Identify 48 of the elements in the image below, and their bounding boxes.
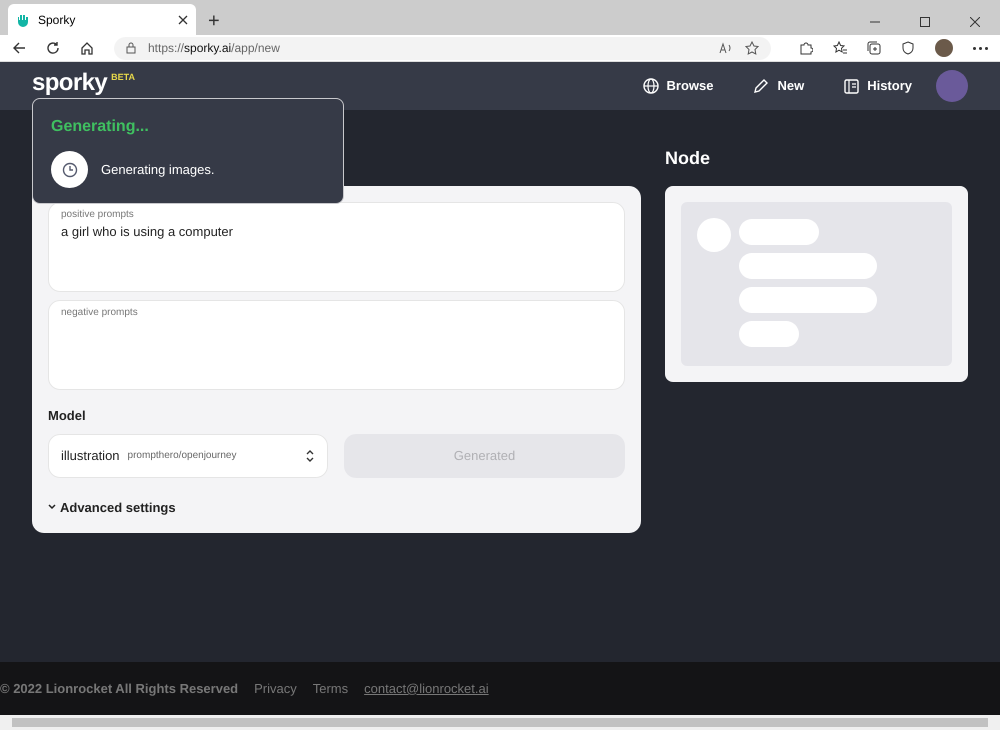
chevron-up-down-icon <box>305 448 315 462</box>
tab-title: Sporky <box>38 12 76 28</box>
horizontal-scrollbar[interactable] <box>0 715 1000 730</box>
beta-label: BETA <box>111 71 135 84</box>
maximize-icon[interactable] <box>920 17 930 27</box>
refresh-icon[interactable] <box>46 41 60 55</box>
negative-prompt-field[interactable]: negative prompts <box>48 300 625 390</box>
pencil-icon <box>753 78 770 94</box>
address-bar[interactable]: https://sporky.ai/app/new <box>114 36 771 60</box>
toast-title: Generating... <box>51 117 150 137</box>
hand-icon <box>16 12 30 26</box>
positive-prompt-field[interactable]: positive prompts a girl who is using a computer <box>48 202 625 292</box>
footer-link[interactable]: Privacy <box>254 678 297 698</box>
read-aloud-icon[interactable] <box>719 42 733 54</box>
clock-icon <box>51 151 88 188</box>
star-icon[interactable] <box>745 41 759 55</box>
field-label: negative prompts <box>61 306 139 320</box>
sporky-logo[interactable]: sporky <box>32 71 108 95</box>
close-icon[interactable] <box>178 14 188 24</box>
model-select[interactable]: illustration prompthero/openjourney <box>48 434 328 478</box>
lock-icon <box>126 42 136 54</box>
field-label: positive prompts <box>61 208 135 222</box>
shield-icon[interactable] <box>901 41 915 55</box>
toast-message: Generating images. <box>101 160 214 179</box>
nav-link[interactable]: History <box>844 76 912 96</box>
back-icon[interactable] <box>12 41 26 55</box>
home-icon[interactable] <box>80 41 94 55</box>
new-tab-button[interactable]: + <box>208 11 220 31</box>
advanced-settings-toggle[interactable]: Advanced settings <box>48 498 625 517</box>
node-title: Node <box>665 147 711 170</box>
chevron-icon <box>48 504 56 510</box>
book-icon <box>844 78 860 94</box>
nav-link[interactable]: Browse <box>642 76 714 96</box>
browser-tab[interactable]: Sporky <box>8 4 196 35</box>
copyright-text: © 2022 Lionrocket All Rights Reserved <box>0 680 238 698</box>
prompt-text: a girl who is using a computer <box>61 223 234 241</box>
nav-link[interactable]: New <box>753 76 804 96</box>
url-text: https://sporky.ai/app/new <box>148 40 281 56</box>
more-icon[interactable] <box>973 46 988 50</box>
profile-avatar[interactable] <box>935 39 953 57</box>
globe-icon <box>642 78 658 94</box>
close-icon[interactable] <box>970 17 980 27</box>
collections-icon[interactable] <box>867 41 881 55</box>
contact-link[interactable]: contact@lionrocket.ai <box>364 678 489 698</box>
model-label: Model <box>48 407 87 425</box>
puzzle-icon[interactable] <box>799 41 813 55</box>
footer-link[interactable]: Terms <box>312 678 348 698</box>
favorites-icon[interactable] <box>833 41 847 55</box>
